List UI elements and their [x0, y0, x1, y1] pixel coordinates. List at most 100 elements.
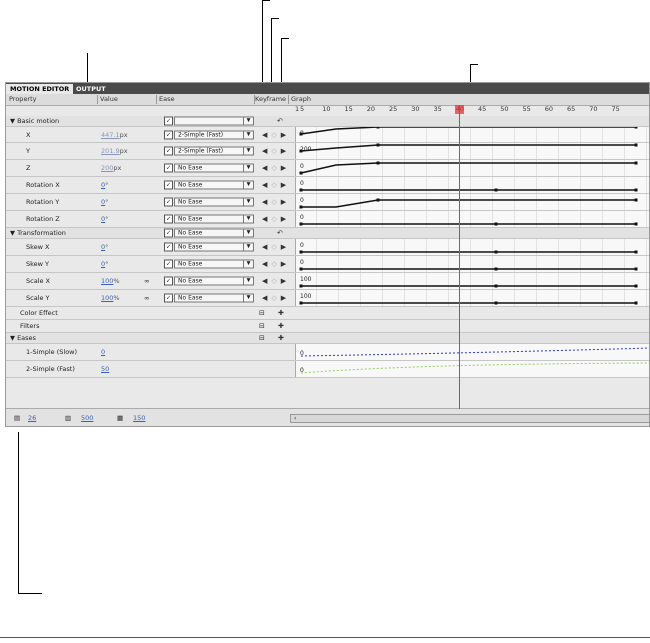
next-keyframe-icon[interactable]: ▶ — [281, 294, 290, 302]
ease-dropdown[interactable]: No Ease ▼ — [174, 197, 254, 207]
property-value-number[interactable]: 200 — [101, 164, 113, 172]
expanded-graph-size-field[interactable]: 500 — [81, 414, 93, 422]
ease-checkbox[interactable]: ✓ — [164, 197, 173, 207]
ease-dropdown[interactable]: No Ease ▼ — [174, 180, 254, 190]
next-keyframe-icon[interactable]: ▶ — [281, 198, 290, 206]
ease-checkbox[interactable]: ✓ — [164, 242, 173, 252]
basic-motion-ease-checkbox[interactable]: ✓ — [164, 116, 173, 126]
prev-keyframe-icon[interactable]: ◀ — [262, 198, 271, 206]
property-value[interactable]: 0° — [101, 215, 108, 223]
property-value-number[interactable]: 447.1 — [101, 131, 120, 139]
property-graph[interactable] — [295, 143, 649, 159]
next-keyframe-icon[interactable]: ▶ — [281, 164, 290, 172]
property-value[interactable]: 0° — [101, 198, 108, 206]
next-keyframe-icon[interactable]: ▶ — [281, 147, 290, 155]
add-keyframe-icon[interactable]: ◇ — [271, 260, 280, 268]
next-keyframe-icon[interactable]: ▶ — [281, 260, 290, 268]
add-effect-icon[interactable]: ✚ — [278, 309, 288, 317]
next-keyframe-icon[interactable]: ▶ — [281, 131, 290, 139]
property-graph[interactable] — [295, 256, 649, 272]
prev-keyframe-icon[interactable]: ◀ — [262, 164, 271, 172]
add-keyframe-icon[interactable]: ◇ — [271, 277, 280, 285]
ease-checkbox[interactable]: ✓ — [164, 214, 173, 224]
ease-graph[interactable] — [295, 344, 649, 360]
prev-keyframe-icon[interactable]: ◀ — [262, 181, 271, 189]
section-row[interactable]: ▼ Eases ⊟ ✚ — [6, 333, 649, 344]
ease-graph[interactable] — [295, 361, 649, 377]
property-graph[interactable] — [295, 194, 649, 210]
section-label[interactable]: ▼ Transformation — [10, 229, 66, 237]
section-row-color-effect[interactable]: Color Effect ⊟ ✚ — [6, 307, 649, 320]
tab-motion-editor[interactable]: MOTION EDITOR — [6, 84, 74, 94]
reset-values-icon[interactable]: ↶ — [277, 229, 287, 237]
property-value[interactable]: 0° — [101, 260, 108, 268]
add-keyframe-icon[interactable]: ◇ — [271, 294, 280, 302]
keyframe-navigation[interactable]: ◀◇▶ — [262, 181, 290, 189]
property-graph[interactable] — [295, 177, 649, 193]
section-row[interactable]: ▼ Basic motion ✓ ▼ ↶ — [6, 116, 649, 127]
prev-keyframe-icon[interactable]: ◀ — [262, 260, 271, 268]
ease-dropdown[interactable]: No Ease ▼ — [174, 259, 254, 269]
add-keyframe-icon[interactable]: ◇ — [271, 131, 280, 139]
graph-size-field[interactable]: 26 — [28, 414, 36, 422]
prev-keyframe-icon[interactable]: ◀ — [262, 243, 271, 251]
keyframe-navigation[interactable]: ◀◇▶ — [262, 215, 290, 223]
add-keyframe-icon[interactable]: ◇ — [271, 147, 280, 155]
remove-ease-icon[interactable]: ⊟ — [259, 334, 269, 342]
keyframe-navigation[interactable]: ◀◇▶ — [262, 131, 290, 139]
property-value[interactable]: 201.9px — [101, 147, 128, 155]
reset-values-icon[interactable]: ↶ — [277, 117, 287, 125]
prev-keyframe-icon[interactable]: ◀ — [262, 215, 271, 223]
tab-output[interactable]: OUTPUT — [72, 84, 110, 94]
property-value[interactable]: 447.1px — [101, 131, 128, 139]
property-graph[interactable] — [295, 211, 649, 227]
prev-keyframe-icon[interactable]: ◀ — [262, 294, 271, 302]
section-row-filters[interactable]: Filters ⊟ ✚ — [6, 320, 649, 333]
transformation-ease-dropdown[interactable]: No Ease ▼ — [174, 228, 254, 238]
add-keyframe-icon[interactable]: ◇ — [271, 215, 280, 223]
ease-dropdown[interactable]: No Ease ▼ — [174, 214, 254, 224]
add-effect-icon[interactable]: ✚ — [278, 322, 288, 330]
ease-checkbox[interactable]: ✓ — [164, 293, 173, 303]
ease-dropdown[interactable]: 2-Simple (Fast) ▼ — [174, 146, 254, 156]
graph-horizontal-scrollbar[interactable]: ‹ — [290, 414, 649, 423]
ease-value[interactable]: 50 — [101, 365, 109, 373]
link-values-icon[interactable]: ∞ — [144, 277, 149, 285]
property-graph[interactable] — [295, 127, 649, 142]
section-label[interactable]: ▼ Basic motion — [10, 117, 59, 125]
keyframe-navigation[interactable]: ◀◇▶ — [262, 147, 290, 155]
keyframe-navigation[interactable]: ◀◇▶ — [262, 198, 290, 206]
remove-effect-icon[interactable]: ⊟ — [259, 322, 269, 330]
ease-checkbox[interactable]: ✓ — [164, 130, 173, 139]
ease-checkbox[interactable]: ✓ — [164, 259, 173, 269]
remove-effect-icon[interactable]: ⊟ — [259, 309, 269, 317]
property-value-number[interactable]: 100 — [101, 294, 113, 302]
add-keyframe-icon[interactable]: ◇ — [271, 164, 280, 172]
next-keyframe-icon[interactable]: ▶ — [281, 215, 290, 223]
property-value[interactable]: 100% — [101, 294, 120, 302]
property-value-number[interactable]: 100 — [101, 277, 113, 285]
ease-dropdown[interactable]: 2-Simple (Fast) ▼ — [174, 130, 254, 139]
section-label[interactable]: ▼ Eases — [10, 334, 36, 342]
add-ease-icon[interactable]: ✚ — [278, 334, 288, 342]
next-keyframe-icon[interactable]: ▶ — [281, 277, 290, 285]
add-keyframe-icon[interactable]: ◇ — [271, 243, 280, 251]
property-value[interactable]: 0° — [101, 243, 108, 251]
property-graph[interactable] — [295, 273, 649, 289]
ease-checkbox[interactable]: ✓ — [164, 180, 173, 190]
transformation-ease-checkbox[interactable]: ✓ — [164, 228, 173, 238]
section-row[interactable]: ▼ Transformation ✓ No Ease ▼ ↶ — [6, 228, 649, 239]
basic-motion-ease-dropdown[interactable]: ▼ — [174, 116, 254, 126]
playhead[interactable] — [458, 105, 460, 409]
property-graph[interactable] — [295, 160, 649, 176]
keyframe-navigation[interactable]: ◀◇▶ — [262, 243, 290, 251]
ease-dropdown[interactable]: No Ease ▼ — [174, 163, 254, 173]
timeline-ruler[interactable]: 151015202530354045505560657075 — [295, 105, 649, 115]
keyframe-navigation[interactable]: ◀◇▶ — [262, 164, 290, 172]
add-keyframe-icon[interactable]: ◇ — [271, 181, 280, 189]
prev-keyframe-icon[interactable]: ◀ — [262, 131, 271, 139]
playhead-marker[interactable] — [454, 105, 464, 114]
property-value[interactable]: 100% — [101, 277, 120, 285]
ease-value-number[interactable]: 0 — [101, 348, 105, 356]
next-keyframe-icon[interactable]: ▶ — [281, 181, 290, 189]
